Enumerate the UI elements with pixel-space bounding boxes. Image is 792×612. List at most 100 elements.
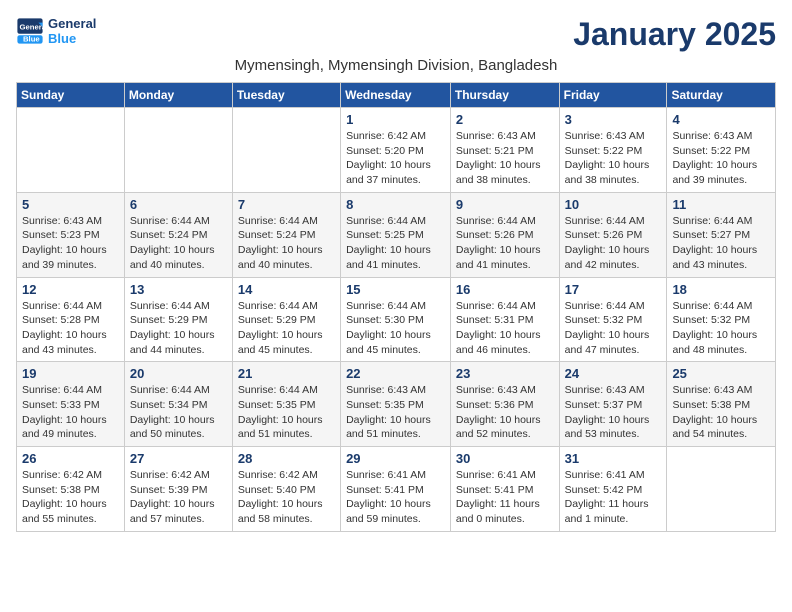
day-cell: 17 Sunrise: 6:44 AM Sunset: 5:32 PM Dayli…	[559, 277, 667, 362]
day-cell: 4 Sunrise: 6:43 AM Sunset: 5:22 PM Daylig…	[667, 108, 776, 193]
logo-general-text: General	[48, 16, 96, 31]
day-cell: 31Sunrise: 6:41 AM Sunset: 5:42 PM Dayli…	[559, 447, 667, 532]
day-cell: 1 Sunrise: 6:42 AM Sunset: 5:20 PM Daylig…	[341, 108, 451, 193]
week-row-1: 1 Sunrise: 6:42 AM Sunset: 5:20 PM Daylig…	[17, 108, 776, 193]
day-info: Sunrise: 6:44 AM Sunset: 5:34 PM Dayligh…	[130, 383, 227, 442]
weekday-header-friday: Friday	[559, 83, 667, 108]
day-info: Sunrise: 6:43 AM Sunset: 5:22 PM Dayligh…	[672, 129, 770, 188]
day-cell: 20 Sunrise: 6:44 AM Sunset: 5:34 PM Dayli…	[124, 362, 232, 447]
logo: General Blue General Blue	[16, 16, 96, 46]
day-info: Sunrise: 6:44 AM Sunset: 5:27 PM Dayligh…	[672, 214, 770, 273]
day-cell: 30 Sunrise: 6:41 AM Sunset: 5:41 PM Dayli…	[450, 447, 559, 532]
day-info: Sunrise: 6:43 AM Sunset: 5:21 PM Dayligh…	[456, 129, 554, 188]
day-number: 1	[346, 112, 445, 127]
day-cell: 21 Sunrise: 6:44 AM Sunset: 5:35 PM Dayli…	[232, 362, 340, 447]
day-info: Sunrise: 6:42 AM Sunset: 5:38 PM Dayligh…	[22, 468, 119, 527]
day-cell: 16Sunrise: 6:44 AM Sunset: 5:31 PM Dayli…	[450, 277, 559, 362]
day-cell: 11Sunrise: 6:44 AM Sunset: 5:27 PM Dayli…	[667, 192, 776, 277]
week-row-2: 5 Sunrise: 6:43 AM Sunset: 5:23 PM Daylig…	[17, 192, 776, 277]
day-number: 2	[456, 112, 554, 127]
day-info: Sunrise: 6:44 AM Sunset: 5:28 PM Dayligh…	[22, 299, 119, 358]
day-number: 3	[565, 112, 662, 127]
week-row-5: 26Sunrise: 6:42 AM Sunset: 5:38 PM Dayli…	[17, 447, 776, 532]
day-number: 10	[565, 197, 662, 212]
day-cell: 14 Sunrise: 6:44 AM Sunset: 5:29 PM Dayli…	[232, 277, 340, 362]
weekday-header-row: SundayMondayTuesdayWednesdayThursdayFrid…	[17, 83, 776, 108]
day-number: 7	[238, 197, 335, 212]
day-info: Sunrise: 6:41 AM Sunset: 5:41 PM Dayligh…	[456, 468, 554, 527]
day-info: Sunrise: 6:44 AM Sunset: 5:32 PM Dayligh…	[565, 299, 662, 358]
day-cell: 13Sunrise: 6:44 AM Sunset: 5:29 PM Dayli…	[124, 277, 232, 362]
day-info: Sunrise: 6:41 AM Sunset: 5:41 PM Dayligh…	[346, 468, 445, 527]
day-cell: 9 Sunrise: 6:44 AM Sunset: 5:26 PM Daylig…	[450, 192, 559, 277]
day-info: Sunrise: 6:44 AM Sunset: 5:29 PM Dayligh…	[238, 299, 335, 358]
day-cell: 6 Sunrise: 6:44 AM Sunset: 5:24 PM Daylig…	[124, 192, 232, 277]
day-cell	[124, 108, 232, 193]
day-cell: 26Sunrise: 6:42 AM Sunset: 5:38 PM Dayli…	[17, 447, 125, 532]
day-number: 4	[672, 112, 770, 127]
week-row-3: 12Sunrise: 6:44 AM Sunset: 5:28 PM Dayli…	[17, 277, 776, 362]
day-cell: 22 Sunrise: 6:43 AM Sunset: 5:35 PM Dayli…	[341, 362, 451, 447]
subtitle: Mymensingh, Mymensingh Division, Banglad…	[16, 57, 776, 74]
day-number: 25	[672, 366, 770, 381]
day-number: 5	[22, 197, 119, 212]
day-info: Sunrise: 6:44 AM Sunset: 5:25 PM Dayligh…	[346, 214, 445, 273]
day-number: 15	[346, 282, 445, 297]
day-info: Sunrise: 6:43 AM Sunset: 5:35 PM Dayligh…	[346, 383, 445, 442]
day-number: 20	[130, 366, 227, 381]
day-number: 8	[346, 197, 445, 212]
day-info: Sunrise: 6:44 AM Sunset: 5:26 PM Dayligh…	[456, 214, 554, 273]
day-info: Sunrise: 6:43 AM Sunset: 5:38 PM Dayligh…	[672, 383, 770, 442]
day-number: 22	[346, 366, 445, 381]
day-info: Sunrise: 6:44 AM Sunset: 5:24 PM Dayligh…	[130, 214, 227, 273]
day-number: 9	[456, 197, 554, 212]
day-info: Sunrise: 6:44 AM Sunset: 5:35 PM Dayligh…	[238, 383, 335, 442]
day-cell: 24Sunrise: 6:43 AM Sunset: 5:37 PM Dayli…	[559, 362, 667, 447]
day-cell: 7Sunrise: 6:44 AM Sunset: 5:24 PM Daylig…	[232, 192, 340, 277]
logo-icon: General Blue	[16, 17, 44, 45]
weekday-header-monday: Monday	[124, 83, 232, 108]
day-info: Sunrise: 6:43 AM Sunset: 5:36 PM Dayligh…	[456, 383, 554, 442]
day-info: Sunrise: 6:43 AM Sunset: 5:22 PM Dayligh…	[565, 129, 662, 188]
day-info: Sunrise: 6:44 AM Sunset: 5:31 PM Dayligh…	[456, 299, 554, 358]
day-info: Sunrise: 6:42 AM Sunset: 5:20 PM Dayligh…	[346, 129, 445, 188]
logo-blue-text: Blue	[48, 31, 96, 46]
day-cell: 18 Sunrise: 6:44 AM Sunset: 5:32 PM Dayli…	[667, 277, 776, 362]
day-cell	[667, 447, 776, 532]
day-number: 6	[130, 197, 227, 212]
day-number: 14	[238, 282, 335, 297]
day-cell: 19Sunrise: 6:44 AM Sunset: 5:33 PM Dayli…	[17, 362, 125, 447]
day-number: 19	[22, 366, 119, 381]
day-info: Sunrise: 6:43 AM Sunset: 5:37 PM Dayligh…	[565, 383, 662, 442]
day-cell: 29Sunrise: 6:41 AM Sunset: 5:41 PM Dayli…	[341, 447, 451, 532]
month-title: January 2025	[573, 16, 776, 53]
day-info: Sunrise: 6:41 AM Sunset: 5:42 PM Dayligh…	[565, 468, 662, 527]
day-info: Sunrise: 6:42 AM Sunset: 5:39 PM Dayligh…	[130, 468, 227, 527]
weekday-header-thursday: Thursday	[450, 83, 559, 108]
day-info: Sunrise: 6:44 AM Sunset: 5:26 PM Dayligh…	[565, 214, 662, 273]
weekday-header-saturday: Saturday	[667, 83, 776, 108]
day-number: 18	[672, 282, 770, 297]
weekday-header-wednesday: Wednesday	[341, 83, 451, 108]
day-cell: 23 Sunrise: 6:43 AM Sunset: 5:36 PM Dayli…	[450, 362, 559, 447]
weekday-header-sunday: Sunday	[17, 83, 125, 108]
day-number: 23	[456, 366, 554, 381]
day-number: 17	[565, 282, 662, 297]
day-cell	[17, 108, 125, 193]
day-cell: 3 Sunrise: 6:43 AM Sunset: 5:22 PM Daylig…	[559, 108, 667, 193]
day-info: Sunrise: 6:44 AM Sunset: 5:32 PM Dayligh…	[672, 299, 770, 358]
day-cell: 15 Sunrise: 6:44 AM Sunset: 5:30 PM Dayli…	[341, 277, 451, 362]
day-cell: 10 Sunrise: 6:44 AM Sunset: 5:26 PM Dayli…	[559, 192, 667, 277]
day-number: 30	[456, 451, 554, 466]
day-cell: 28Sunrise: 6:42 AM Sunset: 5:40 PM Dayli…	[232, 447, 340, 532]
day-number: 21	[238, 366, 335, 381]
svg-text:Blue: Blue	[23, 35, 40, 44]
day-cell: 8 Sunrise: 6:44 AM Sunset: 5:25 PM Daylig…	[341, 192, 451, 277]
calendar-table: SundayMondayTuesdayWednesdayThursdayFrid…	[16, 82, 776, 532]
day-info: Sunrise: 6:43 AM Sunset: 5:23 PM Dayligh…	[22, 214, 119, 273]
day-info: Sunrise: 6:44 AM Sunset: 5:30 PM Dayligh…	[346, 299, 445, 358]
day-cell: 27Sunrise: 6:42 AM Sunset: 5:39 PM Dayli…	[124, 447, 232, 532]
day-number: 28	[238, 451, 335, 466]
day-cell: 25 Sunrise: 6:43 AM Sunset: 5:38 PM Dayli…	[667, 362, 776, 447]
day-cell: 12Sunrise: 6:44 AM Sunset: 5:28 PM Dayli…	[17, 277, 125, 362]
